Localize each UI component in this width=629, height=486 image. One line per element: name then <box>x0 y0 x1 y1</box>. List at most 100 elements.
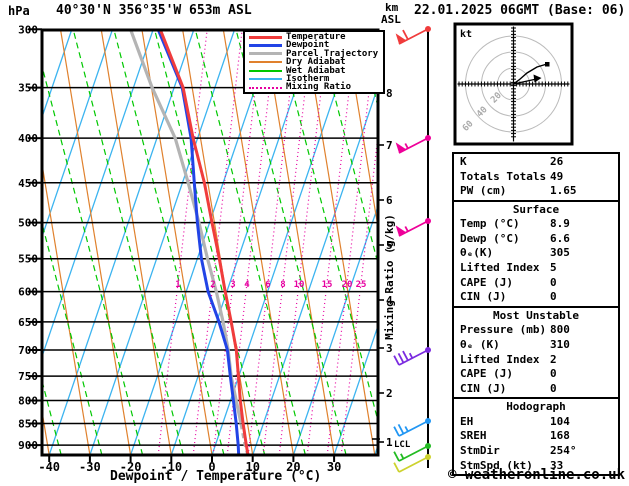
stat-label: CIN (J) <box>460 381 507 395</box>
stats-section-header: Surface <box>512 202 560 216</box>
station-title: 40°30'N 356°35'W 653m ASL <box>56 3 252 18</box>
temp-tick-label: -40 <box>38 460 60 474</box>
pressure-tick-label: 350 <box>18 82 38 95</box>
datetime-label: 22.01.2025 06GMT (Base: 06) <box>414 3 626 18</box>
mixing-ratio-value-label: 1 <box>175 280 180 290</box>
stat-value: 0 <box>550 367 557 381</box>
stat-label: PW (cm) <box>460 184 507 198</box>
chart-legend: Temperature Dewpoint Parcel Trajectory Dry … <box>243 30 385 94</box>
stat-value: 305 <box>550 246 570 260</box>
stat-label: Temp (°C) <box>460 217 520 231</box>
stats-row: θₑ(K) 305 <box>454 246 618 261</box>
stat-label: θₑ(K) <box>460 246 494 260</box>
stat-label: θₑ (K) <box>460 337 500 351</box>
stat-value: 254° <box>550 444 577 457</box>
pressure-tick-label: 850 <box>18 417 38 430</box>
stat-value: 6.6 <box>550 231 570 245</box>
pressure-tick-label: 650 <box>18 316 38 329</box>
x-axis-title: Dewpoint / Temperature (°C) <box>110 469 321 484</box>
stats-row: Lifted Index 2 <box>454 353 618 368</box>
stats-row: Totals Totals 49 <box>454 170 618 185</box>
pressure-tick-label: 900 <box>18 439 38 452</box>
skewt-page: 1 2 3 4 6 8 10 15 20 25 300 350 400 450 500 550 600 650 70… <box>0 0 629 486</box>
stat-value: 0 <box>550 290 557 304</box>
stat-value: 0 <box>550 381 557 395</box>
km-tick-label: 6 <box>386 194 393 207</box>
altitude-axis-asl-label: ASL <box>381 13 401 26</box>
stat-value: 26 <box>550 155 564 168</box>
legend-swatch-temperature <box>249 35 282 39</box>
pressure-tick-label: 400 <box>18 132 38 145</box>
legend-item: Mixing Ratio <box>249 82 383 93</box>
mixing-ratio-value-label: 25 <box>356 280 367 290</box>
stats-row: Dewp (°C) 6.6 <box>454 232 618 247</box>
stat-label: CIN (J) <box>460 290 507 304</box>
stat-value: 310 <box>550 337 570 351</box>
stats-section-header: Hodograph <box>506 400 566 414</box>
legend-swatch-dewpoint <box>249 44 282 48</box>
stats-section: K 26 Totals Totals 49 PW (cm) 1.65 <box>452 152 620 202</box>
stat-label: SREH <box>460 429 487 443</box>
stats-row: Temp (°C) 8.9 <box>454 217 618 232</box>
pressure-tick-label: 450 <box>18 177 38 190</box>
hodograph-unit-label: kt <box>460 29 472 40</box>
stats-section-hodograph: Hodograph EH 104 SREH 168 StmDir 254° StmSpd (k… <box>452 397 620 477</box>
stats-row: EH 104 <box>454 415 618 430</box>
legend-swatch-wet-adiabat <box>249 69 282 72</box>
pressure-tick-label: 550 <box>18 253 38 266</box>
mixing-ratio-value-label: 8 <box>280 280 285 290</box>
stat-label: EH <box>460 414 474 428</box>
stat-value: 5 <box>550 261 557 275</box>
stats-row: θₑ (K) 310 <box>454 338 618 353</box>
pressure-tick-label: 600 <box>18 286 38 299</box>
stat-label: Lifted Index <box>460 352 540 366</box>
stat-value: 8.9 <box>550 217 570 231</box>
hodograph-trace-end-dot <box>545 62 550 67</box>
legend-swatch-dry-adiabat <box>249 61 282 64</box>
legend-swatch-mixing-ratio <box>249 86 282 89</box>
stat-value: 0 <box>550 275 557 289</box>
stats-row: CIN (J) 0 <box>454 290 618 305</box>
temp-tick-label: 30 <box>327 460 341 474</box>
mixing-ratio-value-label: 6 <box>265 280 270 290</box>
km-tick-label: 7 <box>386 139 393 152</box>
pressure-tick-label: 800 <box>18 395 38 408</box>
legend-swatch-isotherm <box>249 78 282 81</box>
pressure-tick-label: 700 <box>18 344 38 357</box>
stats-row: K 26 <box>454 155 618 170</box>
stat-label: StmDir <box>460 444 500 457</box>
temp-tick-label: -30 <box>79 460 101 474</box>
stats-section-header: Most Unstable <box>492 308 580 322</box>
stat-value: 2 <box>550 352 557 366</box>
legend-swatch-parcel-trajectory <box>249 52 282 56</box>
stats-row: SREH 168 <box>454 429 618 444</box>
km-tick-label: 3 <box>386 342 393 355</box>
stats-row: CAPE (J) 0 <box>454 367 618 382</box>
sounding-stats-table: K 26 Totals Totals 49 PW (cm) 1.65 Surface Temp… <box>452 152 620 477</box>
pressure-tick-label: 500 <box>18 217 38 230</box>
stats-row: CAPE (J) 0 <box>454 276 618 291</box>
stats-row: CIN (J) 0 <box>454 382 618 397</box>
km-tick-label: 8 <box>386 87 393 100</box>
mixing-ratio-value-label: 15 <box>322 280 333 290</box>
hodograph: 204060kt <box>453 22 574 146</box>
stats-section-most-unstable: Most Unstable Pressure (mb) 800 θₑ (K) 310 Li… <box>452 305 620 400</box>
stat-label: Dewp (°C) <box>460 231 520 245</box>
mixing-ratio-value-label: 2 <box>210 280 215 290</box>
stats-row: StmDir 254° <box>454 444 618 459</box>
mixing-ratio-axis-title: Mixing Ratio (g/kg) <box>383 214 396 340</box>
mixing-ratio-value-label: 10 <box>294 280 305 290</box>
stats-row: Pressure (mb) 800 <box>454 323 618 338</box>
mixing-ratio-value-label: 20 <box>342 280 353 290</box>
stats-section-surface: Surface Temp (°C) 8.9 Dewp (°C) 6.6 θₑ(K) 305 L… <box>452 199 620 308</box>
pressure-tick-label: 300 <box>18 23 38 36</box>
mixing-ratio-value-label: 4 <box>244 280 250 290</box>
stat-label: CAPE (J) <box>460 367 513 381</box>
km-tick-label: 1 <box>386 436 393 449</box>
stats-row: Lifted Index 5 <box>454 261 618 276</box>
copyright-notice: © weatheronline.co.uk <box>448 467 626 483</box>
legend-item-label: Mixing Ratio <box>286 82 352 93</box>
stat-value: 104 <box>550 414 570 428</box>
lcl-label: LCL <box>394 440 411 450</box>
pressure-tick-label: 750 <box>18 370 38 383</box>
